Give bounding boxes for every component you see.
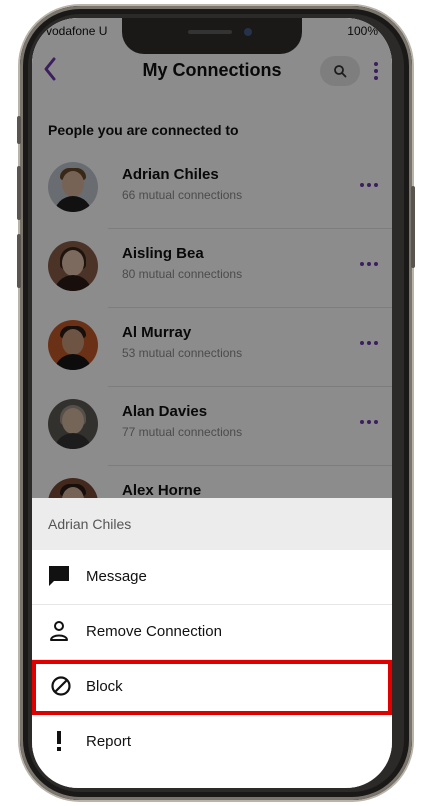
speaker-grille xyxy=(188,30,232,34)
notch xyxy=(122,18,302,54)
block-icon xyxy=(51,676,71,696)
action-sheet: Adrian Chiles Message Remove Connection … xyxy=(32,498,392,788)
front-camera xyxy=(244,28,252,36)
power-button xyxy=(411,186,415,268)
phone-screen: vodafone U 100% My Connections People yo… xyxy=(32,18,392,788)
remove-connection-option[interactable]: Remove Connection xyxy=(32,605,392,660)
action-sheet-title: Adrian Chiles xyxy=(32,498,392,550)
exclamation-icon xyxy=(57,731,61,751)
connections-screen: vodafone U 100% My Connections People yo… xyxy=(32,18,392,788)
volume-up-button xyxy=(17,166,21,220)
block-option[interactable]: Block xyxy=(32,660,392,715)
option-label: Report xyxy=(86,733,132,750)
person-icon xyxy=(50,621,68,641)
option-label: Message xyxy=(86,568,147,585)
report-option[interactable]: Report xyxy=(32,715,392,769)
mute-switch xyxy=(17,116,21,144)
message-option[interactable]: Message xyxy=(32,550,392,605)
volume-down-button xyxy=(17,234,21,288)
option-label: Block xyxy=(86,678,123,695)
option-label: Remove Connection xyxy=(86,623,222,640)
message-icon xyxy=(49,566,69,586)
